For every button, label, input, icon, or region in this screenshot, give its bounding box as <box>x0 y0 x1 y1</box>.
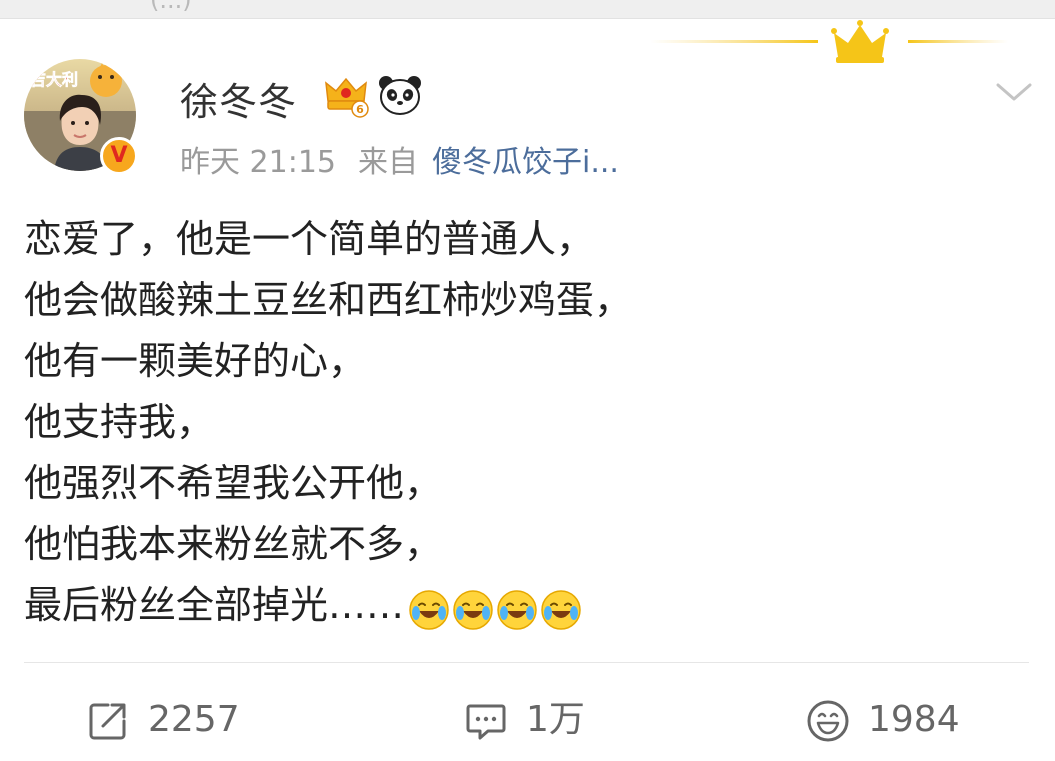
laugh-cry-emoji-icon <box>409 589 449 630</box>
emoji-group <box>408 577 584 638</box>
previous-card-text: (...) <box>150 0 192 14</box>
post-meta: 昨天 21:15 来自 傻冬瓜饺子i... <box>180 137 619 181</box>
post-line: 恋爱了，他是一个简单的普通人， <box>24 217 595 261</box>
post-time: 昨天 21:15 <box>180 145 336 180</box>
previous-card-edge: (...) <box>0 0 1055 19</box>
comment-icon <box>466 704 506 740</box>
post-line: 他支持我， <box>24 400 215 444</box>
author-name[interactable]: 徐冬冬 <box>180 71 297 126</box>
comment-count: 1万 <box>526 699 585 740</box>
share-icon <box>89 703 126 740</box>
actions-divider <box>24 662 1029 663</box>
repost-count: 2257 <box>148 699 240 740</box>
chevron-down-icon[interactable] <box>994 77 1034 107</box>
comment-button[interactable]: 1万 <box>464 697 604 743</box>
post-line: 他会做酸辣土豆丝和西红柿炒鸡蛋， <box>24 278 633 322</box>
laugh-cry-emoji-icon <box>541 589 581 630</box>
vip-level: 6 <box>356 103 364 116</box>
like-count: 1984 <box>868 699 960 740</box>
post-line-text: 最后粉丝全部掉光…… <box>24 583 405 627</box>
post-line: 他怕我本来粉丝就不多， <box>24 522 443 566</box>
like-button[interactable]: 1984 <box>806 697 986 743</box>
avatar-sticker-text: 吉大利 <box>30 70 78 89</box>
post-line: 他强烈不希望我公开他， <box>24 461 443 505</box>
post-body: 恋爱了，他是一个简单的普通人， 他会做酸辣土豆丝和西红柿炒鸡蛋， 他有一颗美好的… <box>24 209 1024 636</box>
crown-decoration-icon <box>650 20 1008 63</box>
repost-button[interactable]: 2257 <box>86 697 266 743</box>
source-prefix: 来自 <box>358 145 418 180</box>
post-source-link[interactable]: 傻冬瓜饺子i... <box>432 145 619 180</box>
post-line: 他有一颗美好的心， <box>24 339 367 383</box>
vip-crown-icon[interactable]: 6 <box>322 71 370 119</box>
smile-icon <box>807 700 849 742</box>
verified-badge-icon: V <box>100 137 138 175</box>
laugh-cry-emoji-icon <box>497 589 537 630</box>
panda-icon[interactable] <box>376 71 424 119</box>
weibo-post-card[interactable]: 吉大利 V 徐冬冬 6 昨天 21:15 来自 傻冬瓜饺子i... 恋爱了，他是一个… <box>0 19 1055 761</box>
post-line-last: 最后粉丝全部掉光…… <box>24 575 1024 636</box>
laugh-cry-emoji-icon <box>453 589 493 630</box>
